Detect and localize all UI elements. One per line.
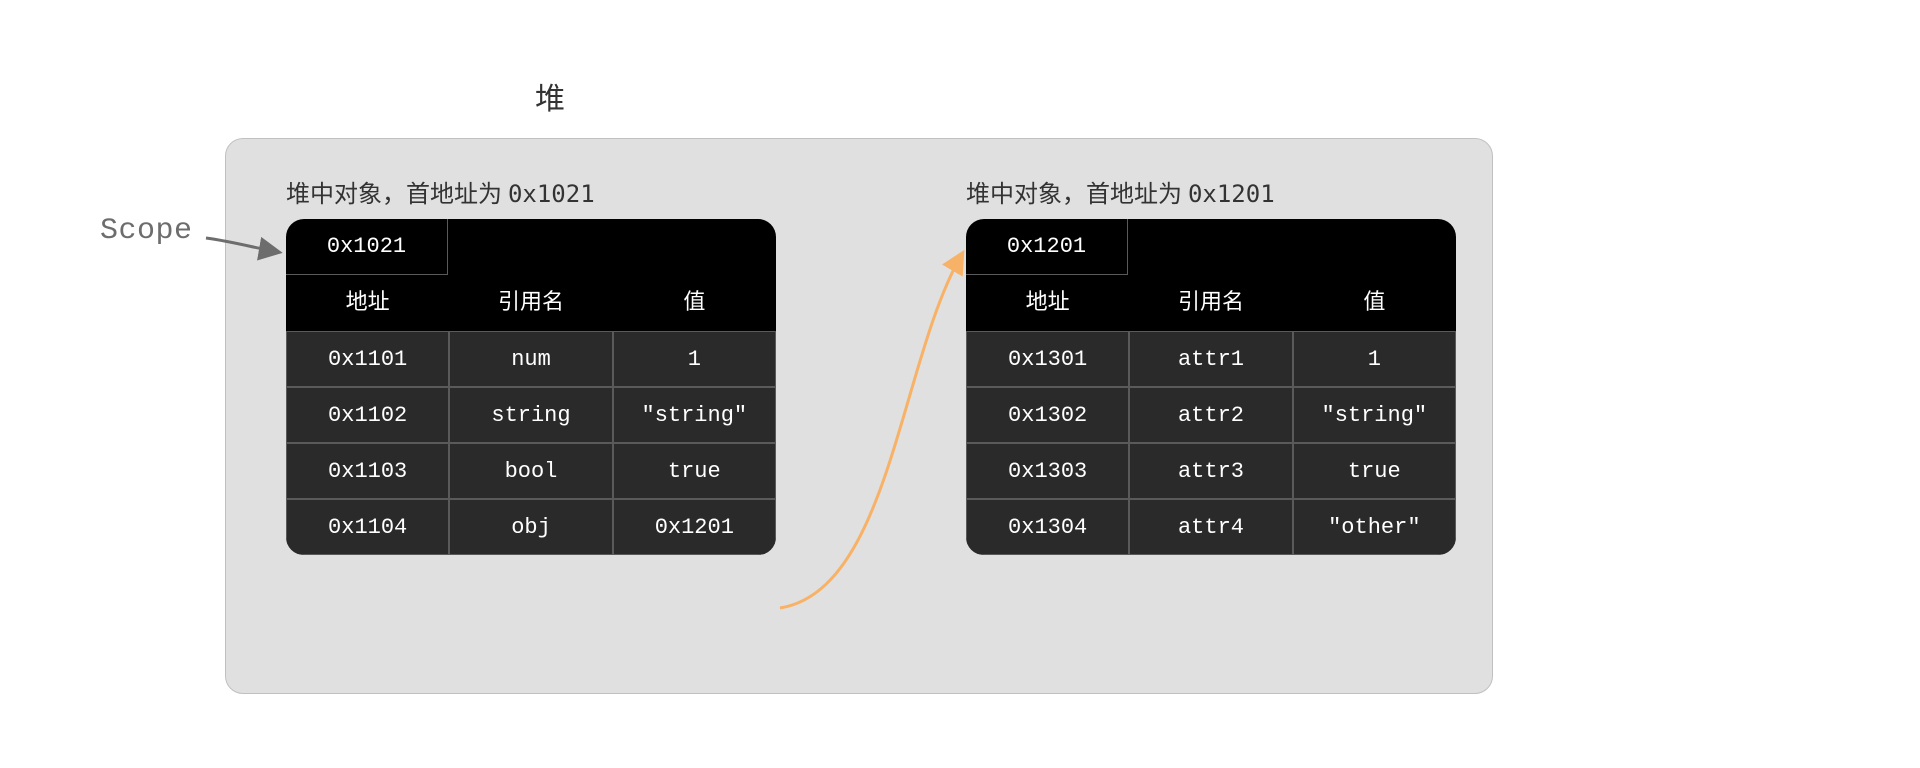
cell-address: 0x1302 (966, 387, 1129, 443)
object-2-caption-prefix: 堆中对象，首地址为 (966, 180, 1188, 208)
table-row: 0x1301 attr1 1 (966, 331, 1456, 387)
cell-ref: bool (449, 443, 612, 499)
cell-address: 0x1303 (966, 443, 1129, 499)
object-1-header-row: 地址 引用名 值 (286, 275, 776, 331)
table-row: 0x1103 bool true (286, 443, 776, 499)
object-1-caption: 堆中对象，首地址为 0x1021 (286, 174, 595, 209)
object-1-caption-prefix: 堆中对象，首地址为 (286, 180, 508, 208)
object-2-header-row: 地址 引用名 值 (966, 275, 1456, 331)
cell-ref: attr3 (1129, 443, 1292, 499)
cell-address: 0x1103 (286, 443, 449, 499)
cell-value: "other" (1293, 499, 1456, 555)
cell-ref: num (449, 331, 612, 387)
object-2-col-address: 地址 (966, 275, 1129, 331)
table-row: 0x1101 num 1 (286, 331, 776, 387)
cell-ref: attr4 (1129, 499, 1292, 555)
table-row: 0x1304 attr4 "other" (966, 499, 1456, 555)
heap-container: 堆中对象，首地址为 0x1021 0x1021 地址 引用名 值 0x1101 … (225, 138, 1493, 694)
cell-value: true (1293, 443, 1456, 499)
heap-title: 堆 (535, 74, 565, 118)
object-2-table: 0x1201 地址 引用名 值 0x1301 attr1 1 0x1302 at… (966, 219, 1456, 555)
table-row: 0x1104 obj 0x1201 (286, 499, 776, 555)
cell-value: 0x1201 (613, 499, 776, 555)
cell-ref: obj (449, 499, 612, 555)
cell-address: 0x1301 (966, 331, 1129, 387)
cell-value: "string" (613, 387, 776, 443)
object-2-col-value: 值 (1293, 275, 1456, 331)
object-2-base-address: 0x1201 (966, 219, 1128, 275)
cell-value: "string" (1293, 387, 1456, 443)
object-1-table: 0x1021 地址 引用名 值 0x1101 num 1 0x1102 stri… (286, 219, 776, 555)
object-1-col-refname: 引用名 (449, 275, 612, 331)
object-2-col-refname: 引用名 (1129, 275, 1292, 331)
object-2-caption-addr: 0x1201 (1188, 180, 1275, 208)
scope-label: Scope (100, 214, 193, 248)
table-row: 0x1102 string "string" (286, 387, 776, 443)
object-1-col-value: 值 (613, 275, 776, 331)
cell-ref: string (449, 387, 612, 443)
cell-address: 0x1104 (286, 499, 449, 555)
cell-ref: attr2 (1129, 387, 1292, 443)
cell-value: 1 (1293, 331, 1456, 387)
cell-address: 0x1102 (286, 387, 449, 443)
cell-value: true (613, 443, 776, 499)
object-1-col-address: 地址 (286, 275, 449, 331)
cell-value: 1 (613, 331, 776, 387)
object-1-base-address: 0x1021 (286, 219, 448, 275)
cell-ref: attr1 (1129, 331, 1292, 387)
cell-address: 0x1304 (966, 499, 1129, 555)
object-2-caption: 堆中对象，首地址为 0x1201 (966, 174, 1275, 209)
object-1-caption-addr: 0x1021 (508, 180, 595, 208)
cell-address: 0x1101 (286, 331, 449, 387)
table-row: 0x1302 attr2 "string" (966, 387, 1456, 443)
table-row: 0x1303 attr3 true (966, 443, 1456, 499)
